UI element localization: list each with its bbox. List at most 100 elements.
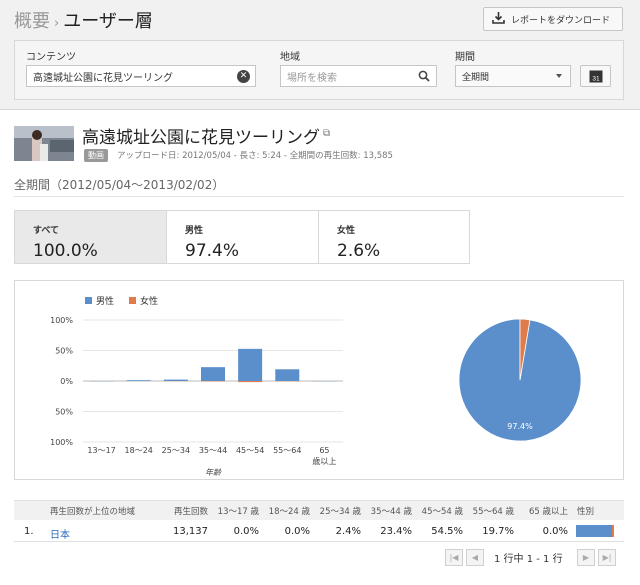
legend-female-swatch xyxy=(129,297,136,304)
calendar-button[interactable]: 31 xyxy=(580,65,611,87)
search-icon[interactable] xyxy=(418,70,430,85)
y-tick-label: 100% xyxy=(50,316,73,325)
tab-female-value: 2.6% xyxy=(337,241,381,261)
period-range: 全期間（2012/05/04〜2013/02/02） xyxy=(14,178,225,192)
first-page-button[interactable]: |◀ xyxy=(445,549,463,566)
legend-male-label[interactable]: 男性 xyxy=(96,295,114,307)
x-axis-label: 年齢 xyxy=(205,468,222,477)
gender-pie-chart: 97.4% xyxy=(458,318,582,442)
col-age-45-54[interactable]: 45〜54 歳 xyxy=(422,505,463,517)
tab-male-label: 男性 xyxy=(185,226,204,236)
breadcrumb-parent[interactable]: 概要 xyxy=(14,11,50,32)
period-filter-label: 期間 xyxy=(455,52,475,63)
video-type-badge: 動画 xyxy=(84,149,108,162)
row-age-45-54: 54.5% xyxy=(431,526,463,537)
video-title-text: 高遠城址公園に花見ツーリング xyxy=(82,128,320,148)
col-age-55-64[interactable]: 55〜64 歳 xyxy=(473,505,514,517)
row-views: 13,137 xyxy=(173,526,208,537)
x-tick-label: 45〜54 xyxy=(236,446,264,455)
video-title[interactable]: 高遠城址公園に花見ツーリング ⧉ xyxy=(82,123,330,148)
download-report-button[interactable]: レポートをダウンロード xyxy=(483,7,623,31)
x-tick-label: 18〜24 xyxy=(125,446,153,455)
external-link-icon[interactable]: ⧉ xyxy=(323,128,330,139)
location-search-input[interactable]: 場所を検索 xyxy=(280,65,437,87)
bar-male[interactable] xyxy=(89,381,114,382)
row-age-13-17: 0.0% xyxy=(233,526,259,537)
x-tick-label: 65 xyxy=(319,446,329,455)
content-filter-input[interactable]: 高遠城址公園に花見ツーリング ✕ xyxy=(26,65,256,87)
page-title: ユーザー層 xyxy=(63,11,153,32)
bar-male[interactable] xyxy=(275,369,300,381)
bar-male[interactable] xyxy=(201,367,225,381)
age-bar-chart: 男性 女性 100% 50% 0% 50% 100% 13〜17 18〜24 25〜34 35〜44… xyxy=(50,295,343,477)
col-views[interactable]: 再生回数 xyxy=(174,505,208,517)
y-tick-label: 0% xyxy=(60,377,73,386)
pager-status: 1 行中 1 - 1 行 xyxy=(494,554,563,565)
chevron-right-icon: › xyxy=(54,16,60,31)
bar-female[interactable] xyxy=(238,381,263,383)
y-tick-label: 100% xyxy=(50,438,73,447)
period-select-value: 全期間 xyxy=(462,72,490,83)
download-icon xyxy=(492,11,505,27)
prev-page-button[interactable]: ◀ xyxy=(466,549,484,566)
row-region-link[interactable]: 日本 xyxy=(50,526,70,541)
gender-share-female xyxy=(612,525,614,537)
col-age-65-plus[interactable]: 65 歳以上 xyxy=(529,505,568,517)
x-tick-label: 35〜44 xyxy=(199,446,227,455)
next-page-icon: ▶ xyxy=(582,553,590,562)
pie-data-label: 97.4% xyxy=(507,422,533,431)
col-age-18-24[interactable]: 18〜24 歳 xyxy=(269,505,310,517)
location-placeholder: 場所を検索 xyxy=(287,72,337,84)
period-select[interactable]: 全期間 xyxy=(455,65,571,87)
next-page-button[interactable]: ▶ xyxy=(577,549,595,566)
last-page-button[interactable]: ▶| xyxy=(598,549,616,566)
row-divider xyxy=(14,541,624,542)
divider xyxy=(14,196,624,197)
clear-icon[interactable]: ✕ xyxy=(237,70,250,83)
y-tick-label: 50% xyxy=(55,347,73,356)
video-metadata: アップロード日: 2012/05/04 - 長さ: 5:24 - 全期間の再生回… xyxy=(117,151,393,161)
bar-male[interactable] xyxy=(163,379,188,381)
y-tick-label: 50% xyxy=(55,408,73,417)
content-filter-value: 高遠城址公園に花見ツーリング xyxy=(33,72,173,84)
col-region[interactable]: 再生回数が上位の地域 xyxy=(50,505,135,517)
legend-male-swatch xyxy=(85,297,92,304)
tab-female[interactable]: 女性 2.6% xyxy=(318,210,470,264)
row-age-25-34: 2.4% xyxy=(335,526,361,537)
col-age-35-44[interactable]: 35〜44 歳 xyxy=(371,505,412,517)
download-report-label: レポートをダウンロード xyxy=(511,15,611,26)
col-age-25-34[interactable]: 25〜34 歳 xyxy=(320,505,361,517)
content-filter-label: コンテンツ xyxy=(26,52,76,63)
row-rank: 1. xyxy=(24,526,34,537)
x-tick-label: 13〜17 xyxy=(87,446,115,455)
x-tick-label: 55〜64 xyxy=(273,446,301,455)
x-tick-label: 25〜34 xyxy=(162,446,190,455)
breadcrumb: 概要 › ユーザー層 xyxy=(14,7,153,33)
tab-male[interactable]: 男性 97.4% xyxy=(166,210,319,264)
tab-all[interactable]: すべて 100.0% xyxy=(14,210,167,264)
chevron-down-icon xyxy=(556,74,562,78)
calendar-day: 31 xyxy=(592,76,600,83)
tab-all-value: 100.0% xyxy=(33,241,98,261)
location-filter-label: 地域 xyxy=(280,52,300,63)
tab-all-label: すべて xyxy=(33,226,60,236)
bar-male[interactable] xyxy=(238,348,263,381)
gender-share-bar xyxy=(576,525,614,537)
last-page-icon: ▶| xyxy=(602,553,612,562)
row-age-18-24: 0.0% xyxy=(284,526,310,537)
x-tick-label-line2: 歳以上 xyxy=(312,456,336,466)
calendar-icon: 31 xyxy=(589,70,603,83)
col-age-13-17[interactable]: 13〜17 歳 xyxy=(218,505,259,517)
bar-male[interactable] xyxy=(312,381,337,382)
row-age-35-44: 23.4% xyxy=(380,526,412,537)
col-gender: 性別 xyxy=(577,507,595,517)
video-thumbnail[interactable] xyxy=(14,126,74,161)
row-age-55-64: 19.7% xyxy=(482,526,514,537)
bar-male[interactable] xyxy=(126,380,151,381)
legend-female-label[interactable]: 女性 xyxy=(140,295,158,307)
tab-female-label: 女性 xyxy=(337,226,356,236)
first-page-icon: |◀ xyxy=(449,553,459,562)
prev-page-icon: ◀ xyxy=(471,553,479,562)
tab-male-value: 97.4% xyxy=(185,241,240,261)
row-age-65-plus: 0.0% xyxy=(542,526,568,537)
